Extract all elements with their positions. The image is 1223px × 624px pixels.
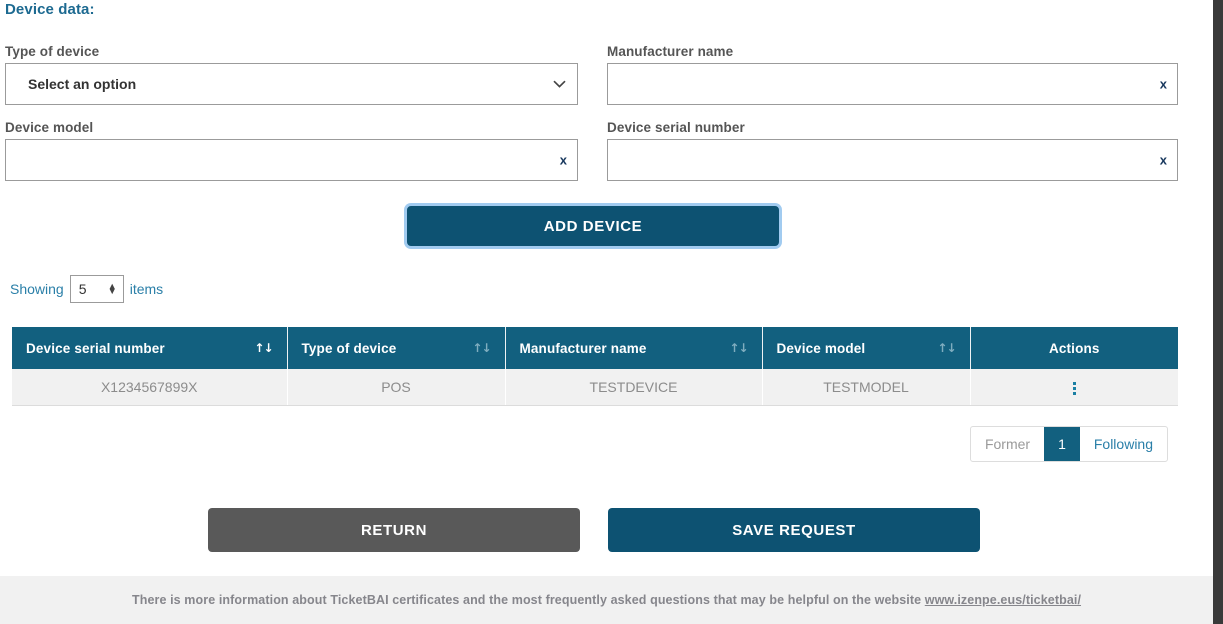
devices-table-header-row: Device serial number ↑↓ Type of device ↑… — [12, 327, 1178, 369]
device-model-input[interactable] — [5, 139, 578, 181]
showing-items-control: Showing ▲ ▼ items — [10, 275, 163, 303]
showing-suffix-label: items — [130, 281, 163, 297]
device-model-control: x — [5, 139, 578, 181]
cell-device-serial-number: X1234567899X — [12, 369, 287, 405]
column-label: Actions — [1049, 341, 1100, 356]
column-header-device-serial-number[interactable]: Device serial number ↑↓ — [12, 327, 287, 369]
showing-prefix-label: Showing — [10, 281, 64, 297]
izenpe-ticketbai-link[interactable]: www.izenpe.eus/ticketbai/ — [925, 593, 1081, 607]
devices-table-body: X1234567899X POS TESTDEVICE TESTMODEL — [12, 369, 1178, 405]
manufacturer-name-label: Manufacturer name — [607, 44, 1178, 59]
pagination-previous-button[interactable]: Former — [971, 427, 1044, 461]
manufacturer-name-input[interactable] — [607, 63, 1178, 105]
pagination-next-button[interactable]: Following — [1080, 427, 1167, 461]
column-label: Type of device — [302, 341, 397, 356]
type-of-device-select[interactable]: Select an option — [5, 63, 578, 105]
page-title: Device data: — [5, 1, 95, 18]
sort-icon[interactable]: ↑↓ — [937, 341, 955, 355]
footer: There is more information about TicketBA… — [0, 576, 1213, 624]
cell-actions — [970, 369, 1178, 405]
column-header-device-model[interactable]: Device model ↑↓ — [762, 327, 970, 369]
device-serial-number-control: x — [607, 139, 1178, 181]
items-per-page-input[interactable] — [70, 275, 124, 303]
type-of-device-label: Type of device — [5, 44, 578, 59]
save-request-button[interactable]: SAVE REQUEST — [608, 508, 980, 552]
devices-table: Device serial number ↑↓ Type of device ↑… — [12, 327, 1178, 406]
footer-text-container: There is more information about TicketBA… — [132, 593, 1081, 607]
items-per-page-wrap: ▲ ▼ — [70, 275, 124, 303]
clear-manufacturer-name-icon[interactable]: x — [1160, 78, 1167, 91]
field-device-serial-number: Device serial number x — [607, 120, 1178, 181]
sort-icon[interactable]: ↑↓ — [729, 341, 747, 355]
device-model-label: Device model — [5, 120, 578, 135]
sort-icon[interactable]: ↑↓ — [472, 341, 490, 355]
devices-table-head: Device serial number ↑↓ Type of device ↑… — [12, 327, 1178, 369]
clear-device-serial-number-icon[interactable]: x — [1160, 154, 1167, 167]
table-row: X1234567899X POS TESTDEVICE TESTMODEL — [12, 369, 1178, 405]
column-header-type-of-device[interactable]: Type of device ↑↓ — [287, 327, 505, 369]
cell-manufacturer-name: TESTDEVICE — [505, 369, 762, 405]
pagination: Former 1 Following — [970, 426, 1168, 462]
device-serial-number-label: Device serial number — [607, 120, 1178, 135]
type-of-device-control: Select an option — [5, 63, 578, 105]
column-label: Device serial number — [26, 341, 165, 356]
device-data-page: Device data: Type of device Select an op… — [0, 0, 1223, 624]
device-serial-number-input[interactable] — [607, 139, 1178, 181]
column-label: Device model — [777, 341, 866, 356]
footer-text: There is more information about TicketBA… — [132, 593, 925, 607]
manufacturer-name-control: x — [607, 63, 1178, 105]
cell-device-model: TESTMODEL — [762, 369, 970, 405]
field-device-model: Device model x — [5, 120, 578, 181]
pagination-page-1-button[interactable]: 1 — [1044, 427, 1080, 461]
add-device-button[interactable]: ADD DEVICE — [407, 206, 779, 246]
return-button[interactable]: RETURN — [208, 508, 580, 552]
column-label: Manufacturer name — [520, 341, 647, 356]
cell-type-of-device: POS — [287, 369, 505, 405]
clear-device-model-icon[interactable]: x — [560, 154, 567, 167]
column-header-manufacturer-name[interactable]: Manufacturer name ↑↓ — [505, 327, 762, 369]
field-manufacturer-name: Manufacturer name x — [607, 44, 1178, 105]
column-header-actions: Actions — [970, 327, 1178, 369]
sort-icon[interactable]: ↑↓ — [254, 341, 272, 355]
field-type-of-device: Type of device Select an option — [5, 44, 578, 105]
kebab-menu-icon[interactable] — [1073, 382, 1076, 395]
